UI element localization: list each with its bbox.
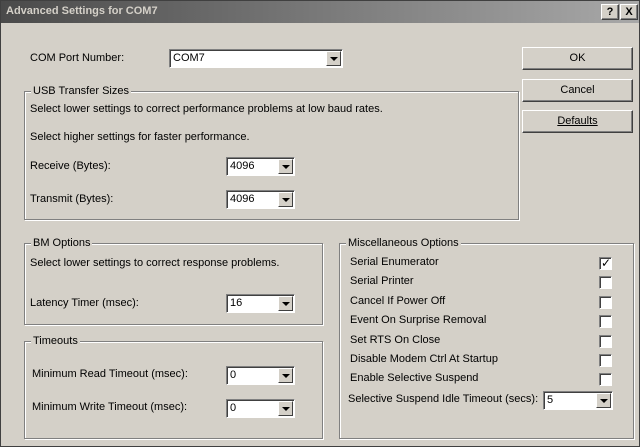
chevron-down-icon[interactable] [278, 296, 293, 311]
bm-desc: Select lower settings to correct respons… [30, 257, 280, 269]
read-timeout-select[interactable]: 0 [226, 366, 295, 385]
chevron-down-icon[interactable] [278, 192, 293, 207]
defaults-button[interactable]: Defaults [522, 110, 633, 133]
misc-option-checkbox[interactable] [599, 315, 612, 328]
misc-option-label: Event On Surprise Removal [350, 314, 487, 326]
com-port-label: COM Port Number: [30, 52, 125, 64]
misc-option-label: Serial Enumerator [350, 256, 439, 268]
write-timeout-value: 0 [230, 402, 237, 414]
latency-label: Latency Timer (msec): [30, 297, 139, 309]
transmit-label: Transmit (Bytes): [30, 193, 114, 205]
close-button[interactable]: X [620, 4, 638, 20]
advanced-settings-dialog: Advanced Settings for COM7 ? X COM Port … [0, 0, 640, 447]
title-bar: Advanced Settings for COM7 ? X [1, 1, 639, 23]
misc-option-checkbox[interactable] [599, 335, 612, 348]
window-title: Advanced Settings for COM7 [6, 5, 158, 17]
bm-options-group: BM Options Select lower settings to corr… [24, 237, 323, 325]
chevron-down-icon[interactable] [278, 368, 293, 383]
chevron-down-icon[interactable] [326, 51, 341, 66]
misc-option-checkbox[interactable]: ✓ [599, 256, 612, 270]
com-port-value: COM7 [173, 52, 205, 64]
write-timeout-label: Minimum Write Timeout (msec): [32, 401, 188, 413]
cancel-button[interactable]: Cancel [522, 79, 633, 102]
latency-value: 16 [230, 297, 243, 309]
usb-desc-1: Select lower settings to correct perform… [30, 103, 383, 115]
receive-label: Receive (Bytes): [30, 160, 111, 172]
write-timeout-select[interactable]: 0 [226, 399, 295, 418]
receive-select[interactable]: 4096 [226, 157, 295, 176]
misc-option-label: Enable Selective Suspend [350, 372, 479, 384]
read-timeout-label: Minimum Read Timeout (msec): [32, 368, 188, 380]
misc-option-checkbox[interactable] [599, 276, 612, 289]
latency-select[interactable]: 16 [226, 294, 295, 313]
usb-desc-2: Select higher settings for faster perfor… [30, 131, 250, 143]
chevron-down-icon[interactable] [596, 393, 611, 408]
transmit-value: 4096 [230, 193, 255, 205]
transmit-select[interactable]: 4096 [226, 190, 295, 209]
com-port-select[interactable]: COM7 [169, 49, 343, 68]
misc-group-title: Miscellaneous Options [346, 237, 461, 249]
idle-timeout-label: Selective Suspend Idle Timeout (secs): [348, 393, 539, 405]
misc-option-label: Cancel If Power Off [350, 295, 446, 307]
idle-timeout-select[interactable]: 5 [543, 391, 613, 410]
misc-option-label: Serial Printer [350, 275, 414, 287]
misc-options-group: Miscellaneous Options Serial Enumerator ✓… [339, 237, 634, 439]
misc-option-checkbox[interactable] [599, 354, 612, 367]
chevron-down-icon[interactable] [278, 401, 293, 416]
misc-option-label: Set RTS On Close [350, 334, 441, 346]
bm-group-title: BM Options [31, 237, 93, 249]
timeouts-group-title: Timeouts [31, 335, 80, 347]
chevron-down-icon[interactable] [278, 159, 293, 174]
checkmark-icon: ✓ [600, 256, 612, 270]
help-button[interactable]: ? [601, 4, 619, 20]
receive-value: 4096 [230, 160, 255, 172]
idle-timeout-value: 5 [547, 394, 554, 406]
timeouts-group: Timeouts Minimum Read Timeout (msec): 0 … [24, 335, 323, 439]
usb-transfer-sizes-group: USB Transfer Sizes Select lower settings… [24, 85, 519, 220]
ok-button[interactable]: OK [522, 47, 633, 70]
read-timeout-value: 0 [230, 369, 237, 381]
misc-option-label: Disable Modem Ctrl At Startup [350, 353, 498, 365]
misc-option-checkbox[interactable] [599, 373, 612, 386]
usb-group-title: USB Transfer Sizes [31, 85, 131, 97]
misc-option-checkbox[interactable] [599, 296, 612, 309]
